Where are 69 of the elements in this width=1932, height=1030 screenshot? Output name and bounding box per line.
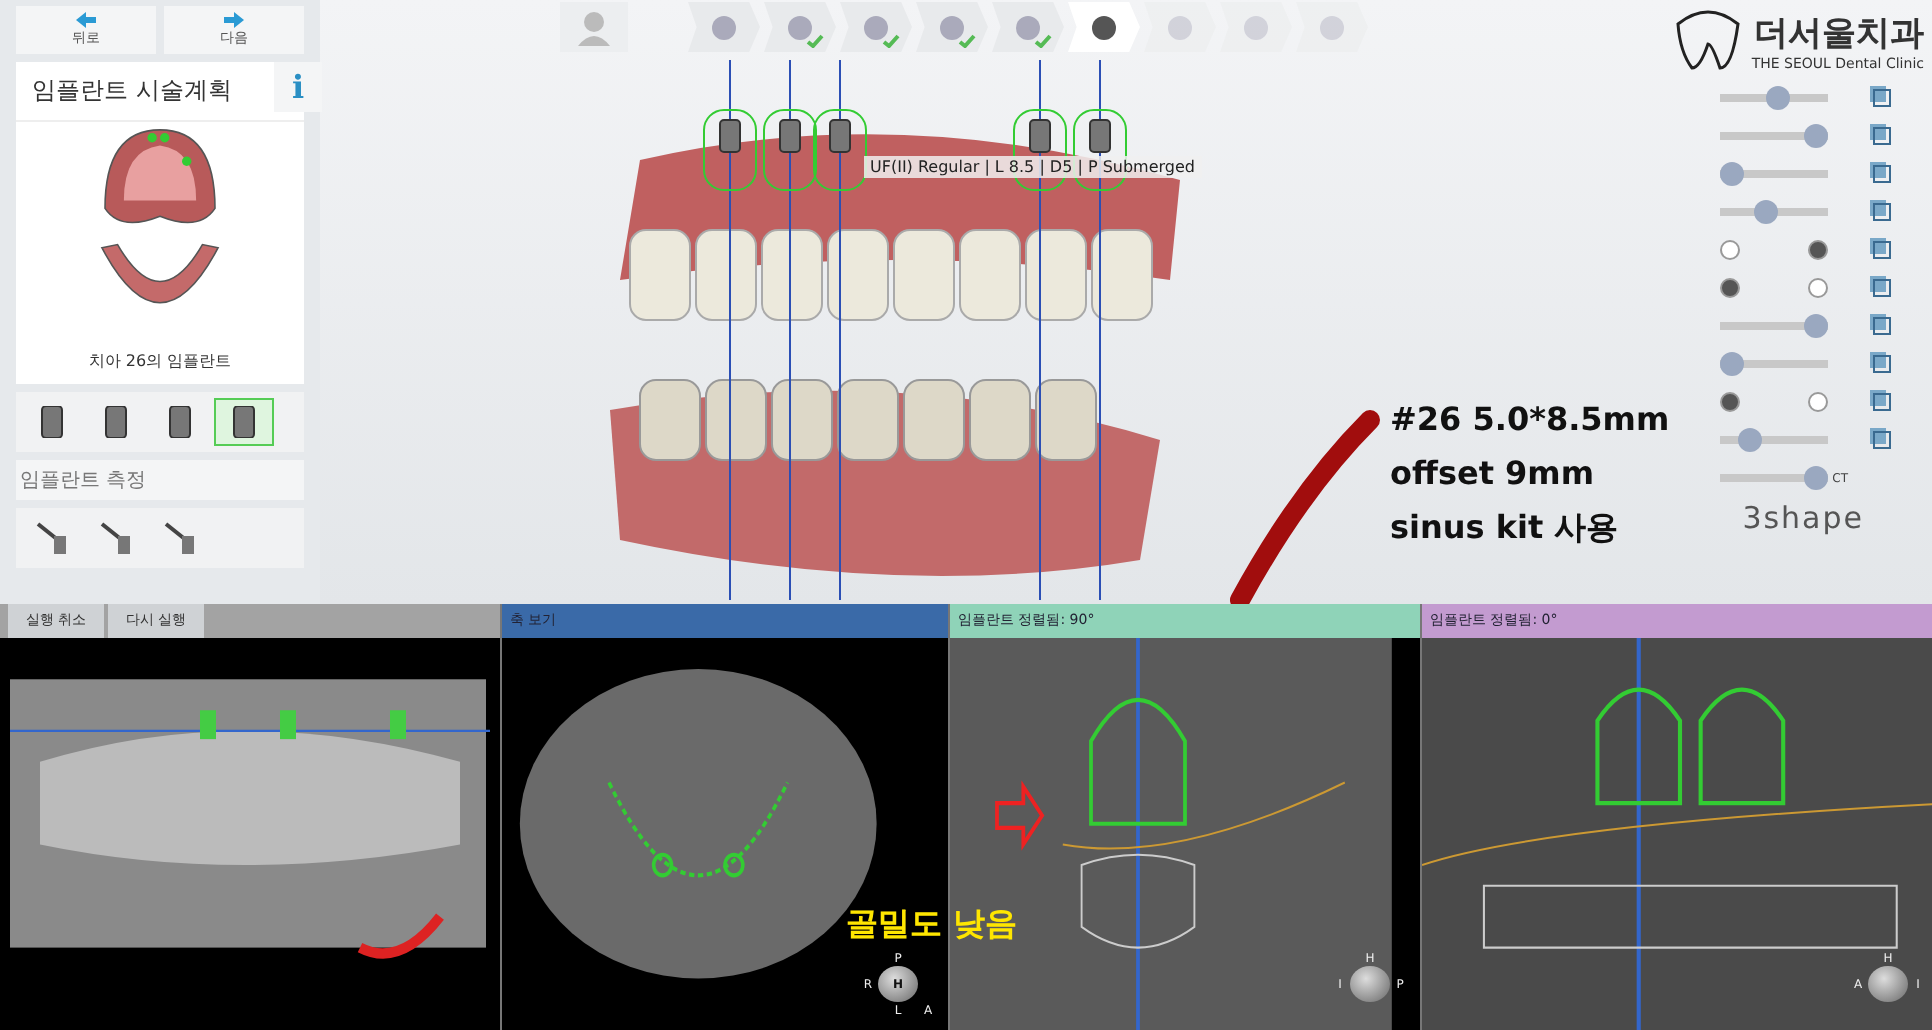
check-icon bbox=[882, 34, 900, 48]
toggle-dot[interactable] bbox=[1808, 240, 1829, 260]
view-button[interactable] bbox=[1868, 312, 1897, 340]
brand-logo: 3shape bbox=[1742, 500, 1864, 536]
toggle-dot[interactable] bbox=[1720, 278, 1741, 298]
annotation-text: sinus kit 사용 bbox=[1390, 508, 1621, 550]
slider-thumb[interactable] bbox=[1720, 352, 1745, 376]
toggle-dot[interactable] bbox=[1720, 240, 1741, 260]
cube-view-icon bbox=[1868, 426, 1893, 450]
cube-view-icon bbox=[1868, 84, 1893, 108]
step-icon bbox=[1166, 13, 1194, 41]
cube-view-icon bbox=[1868, 312, 1893, 336]
slider-thumb[interactable] bbox=[1753, 200, 1778, 224]
cube-view-icon bbox=[1868, 274, 1893, 298]
step-icon bbox=[1242, 13, 1270, 41]
annotation-text: offset 9mm bbox=[1390, 454, 1597, 492]
cube-view-icon bbox=[1868, 388, 1893, 412]
implant-icon bbox=[168, 406, 192, 438]
step-icon bbox=[1318, 13, 1346, 41]
check-icon bbox=[958, 34, 976, 48]
implant-icon bbox=[104, 406, 128, 438]
implant-tool-button[interactable] bbox=[214, 398, 274, 446]
cube-view-icon bbox=[1868, 122, 1893, 146]
view-button[interactable] bbox=[1868, 198, 1897, 226]
view-button[interactable] bbox=[1868, 160, 1897, 188]
measure-implant-icon bbox=[34, 520, 70, 556]
view-button[interactable] bbox=[1868, 350, 1897, 378]
step-icon bbox=[1014, 13, 1042, 41]
clinic-name: 더서울치과 bbox=[1754, 11, 1924, 55]
cube-view-icon bbox=[1868, 160, 1893, 184]
person-icon bbox=[578, 9, 610, 45]
section-title: 임플란트 측정 bbox=[16, 460, 304, 500]
tooth-logo-icon bbox=[1671, 8, 1744, 72]
view-button[interactable] bbox=[1868, 426, 1897, 454]
view-button[interactable] bbox=[1868, 84, 1897, 112]
implant-icon bbox=[232, 406, 256, 438]
measure-implant-icon bbox=[98, 520, 134, 556]
step-icon bbox=[938, 13, 966, 41]
view-button[interactable] bbox=[1868, 274, 1897, 302]
slider-thumb[interactable] bbox=[1804, 314, 1829, 338]
slider-thumb[interactable] bbox=[1737, 428, 1762, 452]
tooth-caption: 치아 26의 임플란트 bbox=[88, 350, 232, 374]
slider-thumb[interactable] bbox=[1766, 86, 1791, 110]
view-button[interactable] bbox=[1868, 122, 1897, 150]
cube-view-icon bbox=[1868, 198, 1893, 222]
check-icon bbox=[1034, 34, 1052, 48]
toggle-dot[interactable] bbox=[1808, 278, 1829, 298]
workflow-step-tab[interactable] bbox=[1068, 2, 1140, 52]
slider-thumb[interactable] bbox=[1804, 466, 1829, 490]
left-arrow-icon bbox=[76, 12, 96, 28]
right-arrow-icon bbox=[224, 12, 244, 28]
view-button[interactable] bbox=[1868, 388, 1897, 416]
cube-view-icon bbox=[1868, 236, 1893, 260]
step-icon bbox=[1090, 13, 1118, 41]
toggle-dot[interactable] bbox=[1720, 392, 1741, 412]
patient-avatar[interactable] bbox=[560, 2, 628, 52]
step-icon bbox=[710, 13, 738, 41]
check-icon bbox=[806, 34, 824, 48]
implant-icon bbox=[40, 406, 64, 438]
annotation-text: #26 5.0*8.5mm bbox=[1390, 400, 1670, 438]
toggle-dot[interactable] bbox=[1808, 392, 1829, 412]
step-icon bbox=[862, 13, 890, 41]
measure-implant-icon bbox=[162, 520, 198, 556]
view-button[interactable] bbox=[1868, 236, 1897, 264]
slider-thumb[interactable] bbox=[1720, 162, 1745, 186]
step-icon bbox=[786, 13, 814, 41]
cube-view-icon bbox=[1868, 350, 1893, 374]
bone-density-note: 골밀도 낮음 bbox=[846, 904, 1018, 946]
slider-thumb[interactable] bbox=[1804, 124, 1829, 148]
